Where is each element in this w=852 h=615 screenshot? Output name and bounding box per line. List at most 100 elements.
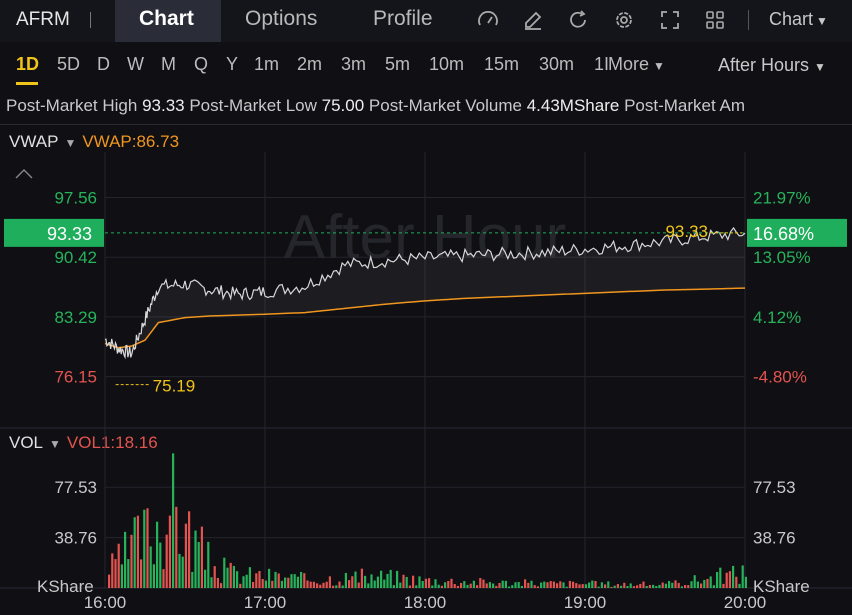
y-tick-pct-label: 4.12% xyxy=(753,308,801,327)
tab-profile[interactable]: Profile xyxy=(373,7,433,31)
volume-bar xyxy=(165,534,168,588)
volume-bar xyxy=(549,581,552,588)
price-indicator-header[interactable]: VWAP ▼ VWAP:86.73 xyxy=(9,132,179,152)
period-selector: 1D 5D D W M Q Y 1m 2m 3m 5m 10m 15m 30m … xyxy=(0,42,852,88)
volume-bar xyxy=(456,585,459,588)
volume-bar xyxy=(444,582,447,588)
period-1h[interactable]: 1I xyxy=(594,54,609,75)
high-label: Post-Market High xyxy=(6,96,138,115)
volume-bar xyxy=(373,580,376,588)
volume-bar xyxy=(354,571,357,588)
volume-bar xyxy=(613,585,616,588)
current-price-badge xyxy=(4,218,104,247)
volume-bar xyxy=(623,582,626,588)
volume-bar xyxy=(316,583,319,588)
volume-bar xyxy=(396,570,399,588)
period-1m[interactable]: 1m xyxy=(254,54,279,75)
low-marker-label: 75.19 xyxy=(153,377,196,396)
period-30m[interactable]: 30m xyxy=(539,54,574,75)
period-more[interactable]: More ▼ xyxy=(608,54,665,75)
period-2m[interactable]: 2m xyxy=(297,54,322,75)
period-5d[interactable]: 5D xyxy=(57,54,80,75)
volume-bar xyxy=(540,582,543,588)
volume-bar xyxy=(172,453,175,588)
gauge-icon[interactable] xyxy=(476,8,500,32)
y-tick-pct-label: 21.97% xyxy=(753,188,811,207)
chart-menu-label: Chart xyxy=(769,9,814,29)
volume-y-tick-label: 38.76 xyxy=(54,529,97,548)
x-tick-label: 18:00 xyxy=(404,593,447,612)
volume-bar xyxy=(258,571,261,588)
volume-bar xyxy=(565,586,568,588)
caret-down-icon: ▼ xyxy=(814,60,826,74)
period-5m[interactable]: 5m xyxy=(385,54,410,75)
indicator-name: VOL xyxy=(9,433,44,452)
volume-bar xyxy=(655,586,658,588)
volume-bar xyxy=(719,567,722,588)
volume-bar xyxy=(479,578,482,588)
period-10m[interactable]: 10m xyxy=(429,54,464,75)
volume-bar xyxy=(447,580,450,588)
volume-bar xyxy=(431,585,434,588)
volume-y-tick-label: 38.76 xyxy=(753,529,796,548)
volume-bar xyxy=(220,583,223,588)
volume-bar xyxy=(114,559,117,588)
volume-indicator-header[interactable]: VOL ▼ VOL1:18.16 xyxy=(9,433,158,453)
period-15m[interactable]: 15m xyxy=(484,54,519,75)
volume-bar xyxy=(149,546,152,588)
volume-y-tick-label: 77.53 xyxy=(54,478,97,497)
volume-bar xyxy=(514,582,517,588)
volume-bar xyxy=(434,579,437,588)
volume-bar xyxy=(680,586,683,588)
volume-bar xyxy=(261,579,264,588)
volume-bar xyxy=(629,583,632,588)
volume-bar xyxy=(338,581,341,588)
volume-bar xyxy=(440,585,443,588)
volume-bar xyxy=(639,583,642,588)
volume-bar xyxy=(530,580,533,588)
volume-bar xyxy=(405,576,408,588)
period-week[interactable]: W xyxy=(127,54,144,75)
grid-icon[interactable] xyxy=(703,8,727,32)
volume-bar xyxy=(111,553,114,588)
high-value: 93.33 xyxy=(142,96,185,115)
top-toolbar: AFRM Chart Options Profile Chart ▼ xyxy=(0,0,852,42)
volume-bar xyxy=(344,573,347,588)
x-tick-label: 19:00 xyxy=(564,593,607,612)
volume-bar xyxy=(424,578,427,588)
session-selector[interactable]: After Hours ▼ xyxy=(718,55,826,76)
period-1d[interactable]: 1D xyxy=(16,54,39,75)
volume-bar xyxy=(632,586,635,588)
y-tick-pct-label: -4.80% xyxy=(753,368,807,387)
volume-bar xyxy=(668,580,671,588)
fullscreen-icon[interactable] xyxy=(658,8,682,32)
caret-down-icon: ▼ xyxy=(49,437,61,451)
volume-bar xyxy=(335,585,338,588)
settings-icon[interactable] xyxy=(612,8,636,32)
period-day[interactable]: D xyxy=(97,54,110,75)
volume-bar xyxy=(687,585,690,588)
collapse-icon[interactable] xyxy=(15,169,33,179)
volume-bar xyxy=(226,567,229,588)
chart-type-menu[interactable]: Chart ▼ xyxy=(769,9,828,30)
period-quarter[interactable]: Q xyxy=(194,54,208,75)
volume-bar xyxy=(610,586,613,588)
period-3m[interactable]: 3m xyxy=(341,54,366,75)
volume-bar xyxy=(642,581,645,588)
tab-chart[interactable]: Chart xyxy=(139,7,194,31)
chart-grid xyxy=(0,152,852,589)
edit-icon[interactable] xyxy=(521,8,545,32)
volume-bar xyxy=(607,581,610,588)
volume-bar xyxy=(626,586,629,588)
period-year[interactable]: Y xyxy=(226,54,238,75)
tab-options[interactable]: Options xyxy=(245,7,317,31)
volume-bar xyxy=(178,553,181,588)
volume-bar xyxy=(162,569,165,588)
refresh-icon[interactable] xyxy=(566,8,590,32)
volume-bar xyxy=(463,581,466,588)
period-month[interactable]: M xyxy=(161,54,176,75)
volume-bar xyxy=(703,579,706,588)
volume-bar xyxy=(184,523,187,588)
volume-label: Post-Market Volume xyxy=(368,96,522,115)
volume-bar xyxy=(412,575,415,588)
